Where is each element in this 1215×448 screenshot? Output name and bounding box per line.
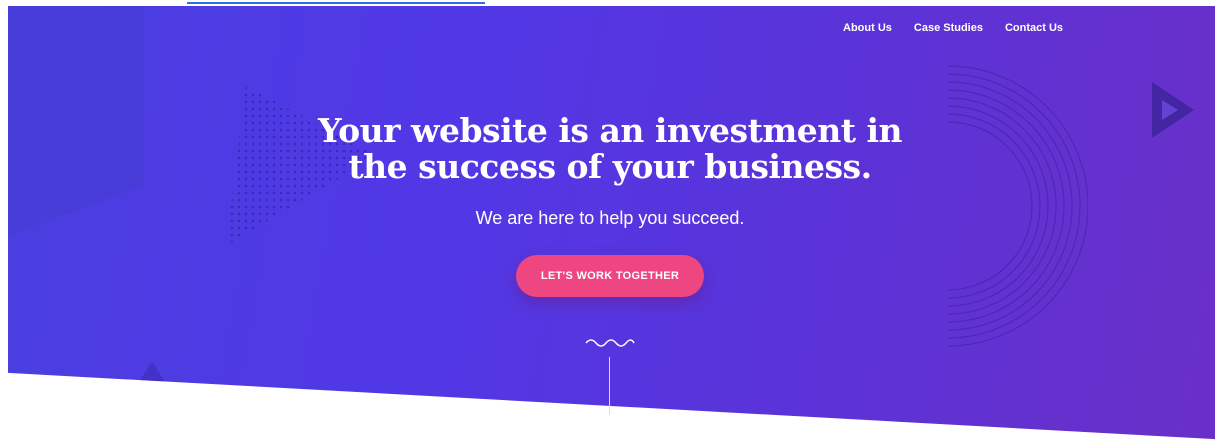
nav-link-about-us[interactable]: About Us	[843, 22, 892, 34]
top-link-bar	[0, 0, 1215, 6]
main-nav: About Us Case Studies Contact Us	[843, 22, 1085, 34]
hero-headline: Your website is an investment in the suc…	[300, 113, 920, 185]
hero-subhead: We are here to help you succeed.	[475, 208, 745, 228]
scroll-indicator-line	[609, 357, 610, 415]
hero-headline-line1: Your website is an investment in	[317, 111, 903, 150]
squiggle-icon[interactable]	[585, 334, 635, 348]
hero-left-panel	[8, 6, 144, 236]
nav-link-case-studies[interactable]: Case Studies	[914, 22, 983, 34]
arc-rings-decoration	[948, 65, 1088, 347]
page: About Us Case Studies Contact Us Your we…	[0, 0, 1215, 448]
nav-link-contact-us[interactable]: Contact Us	[1005, 22, 1063, 34]
lets-work-together-button[interactable]: LET'S WORK TOGETHER	[516, 255, 704, 297]
corner-wedge-decoration	[132, 362, 172, 392]
hero-headline-line2: the success of your business.	[348, 147, 872, 186]
play-triangle-icon	[1152, 82, 1194, 138]
top-link-underline[interactable]	[187, 2, 485, 4]
